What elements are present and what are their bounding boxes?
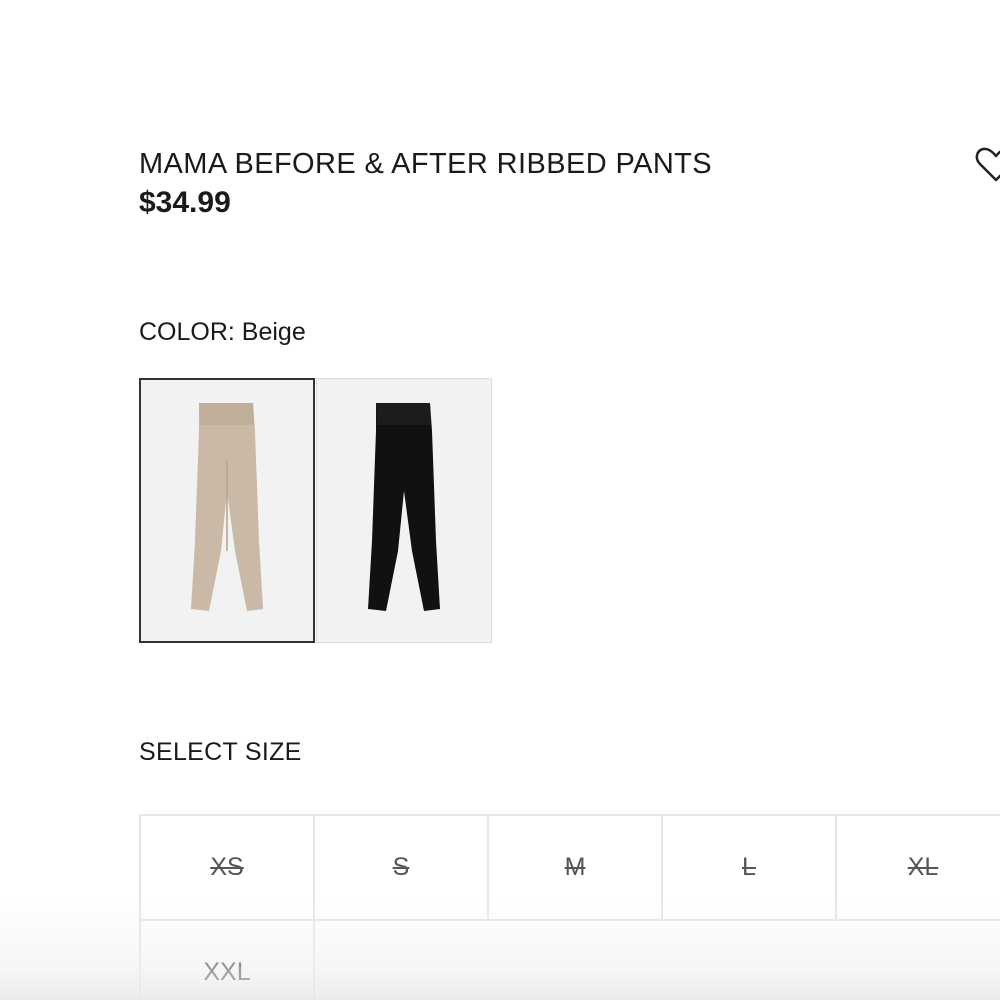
wishlist-heart-icon[interactable] (974, 142, 1000, 186)
product-page: MAMA BEFORE & AFTER RIBBED PANTS $34.99 … (0, 0, 1000, 1000)
color-swatch-black[interactable] (316, 378, 492, 643)
size-option-xxl[interactable]: XXL (139, 919, 315, 1000)
size-label: SELECT SIZE (139, 738, 302, 766)
size-option-m[interactable]: M (487, 814, 663, 921)
size-option-label: S (392, 853, 410, 881)
size-option-xl[interactable]: XL (835, 814, 1000, 921)
color-swatch-list (139, 378, 492, 643)
black-pants-image (368, 402, 440, 611)
size-option-s[interactable]: S (313, 814, 489, 921)
beige-pants-image (191, 402, 263, 611)
size-option-l[interactable]: L (661, 814, 837, 921)
size-selector: XS S M L XL XXL (139, 814, 1000, 1000)
product-price: $34.99 (139, 186, 231, 219)
heart-icon (975, 147, 1000, 182)
size-option-label: XXL (203, 958, 251, 986)
size-option-xs[interactable]: XS (139, 814, 315, 921)
size-option-label: L (742, 853, 756, 881)
color-label: COLOR: Beige (139, 318, 306, 346)
size-option-label: XS (210, 853, 244, 881)
size-option-label: XL (907, 853, 939, 881)
product-title: MAMA BEFORE & AFTER RIBBED PANTS (139, 148, 713, 180)
color-swatch-beige[interactable] (139, 378, 315, 643)
size-option-label: M (564, 853, 586, 881)
